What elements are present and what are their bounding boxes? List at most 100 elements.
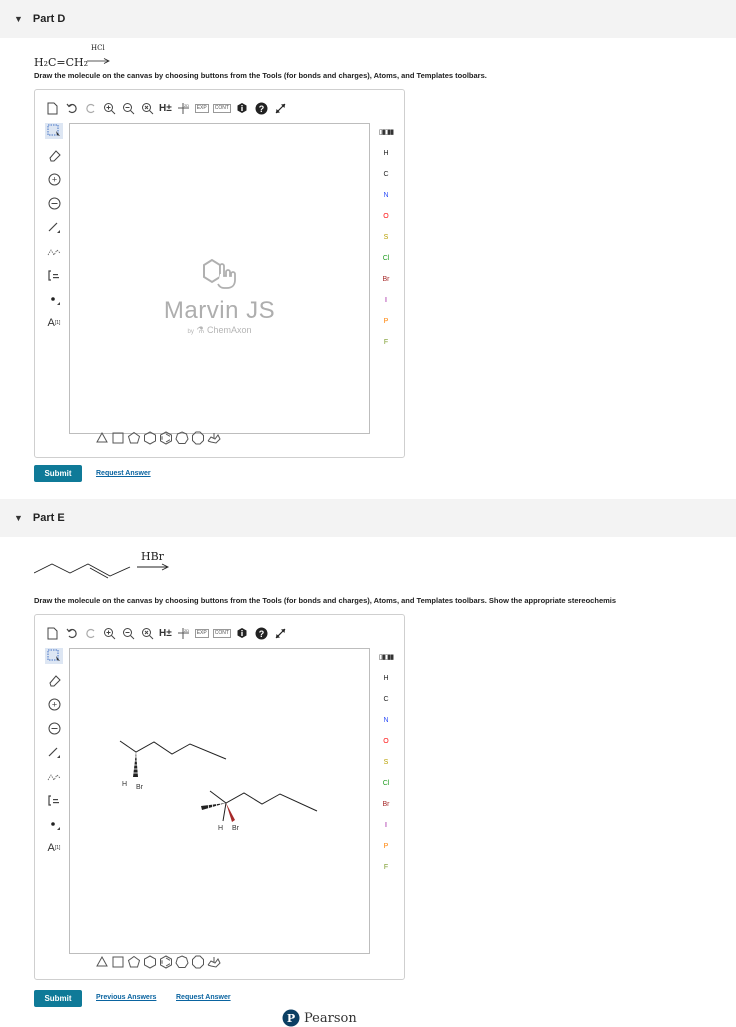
atom-button-C[interactable]: C <box>383 689 388 710</box>
expand-button[interactable]: EXP <box>194 103 209 113</box>
atom-button-F[interactable]: F <box>384 332 388 353</box>
zoom-out-icon[interactable] <box>121 626 136 641</box>
molecule-2-bromohexane-2[interactable]: H Br <box>201 790 318 832</box>
expand-button[interactable]: EXP <box>194 628 209 638</box>
atom-button-O[interactable]: O <box>383 206 388 227</box>
atom-button-S[interactable]: S <box>384 752 389 773</box>
hydrogen-toggle-button[interactable]: H± <box>159 103 172 114</box>
cyclobutane-template-icon[interactable] <box>111 955 125 969</box>
part-e-header[interactable]: ▼ Part E <box>0 499 736 537</box>
undo-icon[interactable] <box>64 101 79 116</box>
periodic-table-icon[interactable]: ▯▮▯▮▮ <box>379 648 394 668</box>
cyclopropane-template-icon[interactable] <box>95 955 109 969</box>
marvin-logo-icon <box>202 258 236 289</box>
atom-button-H[interactable]: H <box>383 143 388 164</box>
2d-clean-icon[interactable]: 2D <box>176 101 191 116</box>
text-tool-icon[interactable]: A [1] <box>45 315 63 331</box>
cyclohexane-template-icon[interactable] <box>143 431 157 445</box>
fullscreen-icon[interactable] <box>273 626 288 641</box>
collapse-caret-icon[interactable]: ▼ <box>14 14 23 24</box>
selection-tool-icon[interactable] <box>45 123 63 139</box>
atom-button-Cl[interactable]: Cl <box>383 773 390 794</box>
cyclopropane-template-icon[interactable] <box>95 431 109 445</box>
cyclooctane-template-icon[interactable] <box>191 955 205 969</box>
selection-tool-icon[interactable] <box>45 648 63 664</box>
redo-icon[interactable] <box>83 101 98 116</box>
cycloheptane-template-icon[interactable] <box>175 431 189 445</box>
chain-tool-icon[interactable] <box>45 243 63 259</box>
bracket-tool-icon[interactable] <box>45 267 63 283</box>
fullscreen-icon[interactable] <box>273 101 288 116</box>
radical-dot-icon[interactable] <box>45 816 63 832</box>
eraser-icon[interactable] <box>45 147 63 163</box>
single-bond-icon[interactable] <box>45 744 63 760</box>
atom-button-H[interactable]: H <box>383 668 388 689</box>
2d-clean-icon[interactable]: 2D <box>176 626 191 641</box>
chair-template-icon[interactable] <box>207 431 221 445</box>
svg-text:?: ? <box>259 104 265 114</box>
info-icon[interactable] <box>235 101 250 116</box>
negative-charge-icon[interactable] <box>45 195 63 211</box>
cycloheptane-template-icon[interactable] <box>175 955 189 969</box>
cyclopentane-template-icon[interactable] <box>127 431 141 445</box>
periodic-table-icon[interactable]: ▯▮▯▮▮ <box>379 123 394 143</box>
zoom-in-icon[interactable] <box>102 101 117 116</box>
benzene-template-icon[interactable] <box>159 955 173 969</box>
negative-charge-icon[interactable] <box>45 720 63 736</box>
part-d-submit-button[interactable]: Submit <box>34 465 82 482</box>
zoom-in-icon[interactable] <box>102 626 117 641</box>
undo-icon[interactable] <box>64 626 79 641</box>
radical-dot-icon[interactable] <box>45 291 63 307</box>
chair-template-icon[interactable] <box>207 955 221 969</box>
contract-button[interactable]: CONT <box>212 628 231 638</box>
cyclobutane-template-icon[interactable] <box>111 431 125 445</box>
atom-button-F[interactable]: F <box>384 857 388 878</box>
part-e-request-answer-link[interactable]: Request Answer <box>176 994 231 1001</box>
cyclooctane-template-icon[interactable] <box>191 431 205 445</box>
contract-button[interactable]: CONT <box>212 103 231 113</box>
info-icon[interactable] <box>235 626 250 641</box>
molecule-2-bromohexane-1[interactable]: H Br <box>119 740 227 791</box>
atom-button-P[interactable]: P <box>384 836 389 857</box>
marvin-watermark: Marvin JS by ⚗ ChemAxon <box>70 256 369 336</box>
part-d-request-answer-link[interactable]: Request Answer <box>96 470 151 477</box>
bracket-tool-icon[interactable] <box>45 792 63 808</box>
single-bond-icon[interactable] <box>45 219 63 235</box>
cyclopentane-template-icon[interactable] <box>127 955 141 969</box>
cyclohexane-template-icon[interactable] <box>143 955 157 969</box>
chemaxon-byline: by ⚗ ChemAxon <box>187 325 252 335</box>
positive-charge-icon[interactable]: + <box>45 696 63 712</box>
zoom-reset-icon[interactable] <box>140 626 155 641</box>
collapse-caret-icon[interactable]: ▼ <box>14 513 23 523</box>
chain-tool-icon[interactable] <box>45 768 63 784</box>
atom-button-N[interactable]: N <box>383 185 388 206</box>
hydrogen-toggle-button[interactable]: H± <box>159 628 172 639</box>
eraser-icon[interactable] <box>45 672 63 688</box>
part-d-header[interactable]: ▼ Part D <box>0 0 736 38</box>
atom-button-S[interactable]: S <box>384 227 389 248</box>
new-document-icon[interactable] <box>45 626 60 641</box>
zoom-reset-icon[interactable] <box>140 101 155 116</box>
text-tool-icon[interactable]: A [1] <box>45 840 63 856</box>
drawing-canvas[interactable]: H Br H Br <box>69 648 370 954</box>
atom-button-I[interactable]: I <box>385 290 387 311</box>
part-e-instruction: Draw the molecule on the canvas by choos… <box>34 596 617 605</box>
positive-charge-icon[interactable]: + <box>45 171 63 187</box>
atom-button-Br[interactable]: Br <box>383 794 390 815</box>
help-icon[interactable]: ? <box>254 101 269 116</box>
zoom-out-icon[interactable] <box>121 101 136 116</box>
atom-button-Cl[interactable]: Cl <box>383 248 390 269</box>
atom-button-C[interactable]: C <box>383 164 388 185</box>
atom-button-P[interactable]: P <box>384 311 389 332</box>
new-document-icon[interactable] <box>45 101 60 116</box>
atom-button-I[interactable]: I <box>385 815 387 836</box>
drawing-canvas[interactable]: Marvin JS by ⚗ ChemAxon <box>69 123 370 434</box>
part-e-submit-button[interactable]: Submit <box>34 990 82 1007</box>
benzene-template-icon[interactable] <box>159 431 173 445</box>
atom-button-O[interactable]: O <box>383 731 388 752</box>
help-icon[interactable]: ? <box>254 626 269 641</box>
atom-button-Br[interactable]: Br <box>383 269 390 290</box>
redo-icon[interactable] <box>83 626 98 641</box>
previous-answers-link[interactable]: Previous Answers <box>96 994 156 1001</box>
atom-button-N[interactable]: N <box>383 710 388 731</box>
